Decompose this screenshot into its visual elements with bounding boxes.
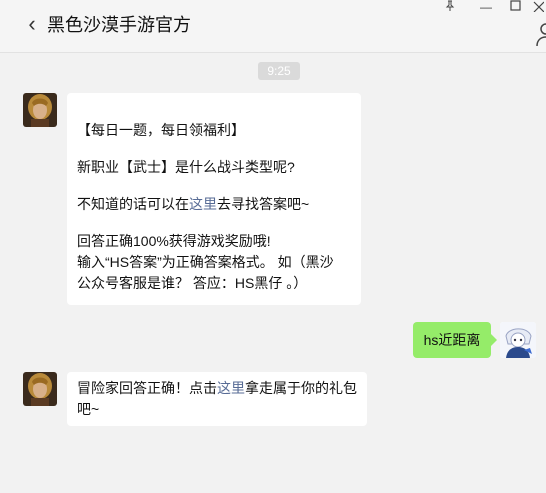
person-icon[interactable] [536, 20, 546, 50]
message-text: 冒险家回答正确！点击 [77, 380, 217, 396]
user-avatar[interactable] [500, 322, 536, 358]
here-link[interactable]: 这里 [189, 196, 217, 212]
message-bubble-bot: 【每日一题，每日领福利】 新职业【武士】是什么战斗类型呢? 不知道的话可以在这里… [67, 93, 361, 305]
message-line: 回答正确100%获得游戏奖励哦! [77, 233, 271, 249]
message-text: 不知道的话可以在 [77, 196, 189, 212]
pin-icon[interactable] [440, 0, 460, 16]
message-line: 【每日一题，每日领福利】 [77, 122, 245, 138]
chat-title: 黑色沙漠手游官方 [47, 15, 191, 35]
message-timestamp: 9:25 [258, 62, 300, 80]
message-bubble-user: hs近距离 [413, 322, 497, 358]
official-account-avatar[interactable] [23, 372, 57, 406]
back-chevron-icon[interactable]: ‹ [22, 12, 42, 36]
message-text: 去寻找答案吧~ [217, 196, 310, 212]
official-account-avatar[interactable] [23, 93, 57, 127]
here-link[interactable]: 这里 [217, 380, 245, 396]
maximize-icon[interactable] [505, 0, 525, 16]
message-text-block: 冒险家回答正确！点击这里拿走属于你的礼包吧~ [77, 378, 359, 420]
minimize-icon[interactable]: — [476, 0, 496, 16]
message-line: 新职业【武士】是什么战斗类型呢? [77, 159, 295, 175]
message-line: 输入“HS答案”为正确答案格式。 如（黑沙 [77, 254, 334, 270]
message-bubble-bot: 冒险家回答正确！点击这里拿走属于你的礼包吧~ [67, 372, 367, 426]
message-line: 不知道的话可以在这里去寻找答案吧~ [77, 194, 357, 215]
message-line: 公众号客服是谁？ 答应：HS黑仔 。） [77, 275, 308, 291]
title-bar: ‹ 黑色沙漠手游官方 — [0, 0, 546, 53]
close-icon[interactable] [532, 0, 546, 16]
